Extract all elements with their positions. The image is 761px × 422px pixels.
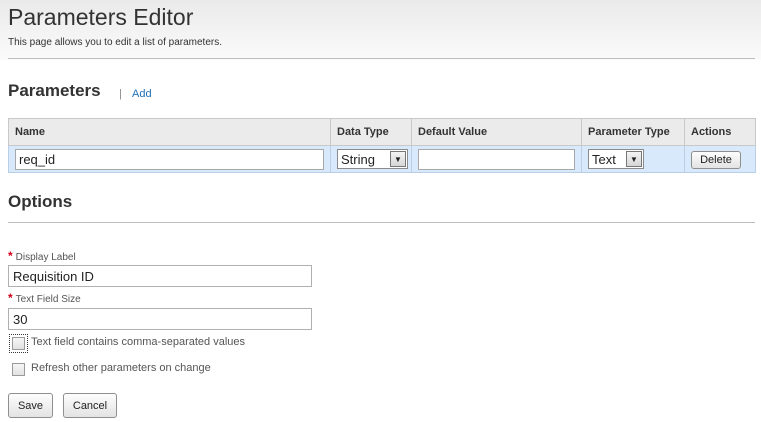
cell-name <box>8 145 331 173</box>
table-header-row: Name Data Type Default Value Parameter T… <box>8 118 756 146</box>
default-value-input[interactable] <box>418 148 575 170</box>
column-header-parameter-type: Parameter Type <box>581 118 685 146</box>
comma-separated-label: Text field contains comma-separated valu… <box>31 336 245 348</box>
cell-actions: Delete <box>684 145 756 173</box>
display-label-label: * Display Label <box>8 249 76 263</box>
column-header-default-value: Default Value <box>411 118 582 146</box>
refresh-parameters-checkbox[interactable] <box>12 363 25 376</box>
table-row[interactable]: String ▼ Text ▼ Delete <box>8 145 756 173</box>
header-divider <box>8 58 755 59</box>
parameters-table: Name Data Type Default Value Parameter T… <box>8 118 756 173</box>
cell-parameter-type: Text ▼ <box>581 145 685 173</box>
cell-data-type: String ▼ <box>330 145 412 173</box>
parameter-type-value: Text <box>592 151 616 167</box>
parameter-type-select[interactable]: Text ▼ <box>588 149 644 169</box>
column-header-name: Name <box>8 118 331 146</box>
required-marker: * <box>8 249 13 263</box>
required-marker: * <box>8 291 13 305</box>
page-title: Parameters Editor <box>8 4 194 30</box>
add-parameter-link[interactable]: Add <box>132 88 152 100</box>
data-type-value: String <box>341 151 375 167</box>
text-field-size-input[interactable] <box>8 308 312 330</box>
page-description: This page allows you to edit a list of p… <box>8 37 222 48</box>
text-field-size-label: * Text Field Size <box>8 291 81 305</box>
options-section-title: Options <box>8 192 73 211</box>
column-header-actions: Actions <box>684 118 756 146</box>
comma-separated-checkbox[interactable] <box>9 334 28 353</box>
page-header: Parameters Editor This page allows you t… <box>0 0 761 60</box>
parameter-name-input[interactable] <box>15 148 324 170</box>
delete-parameter-button[interactable]: Delete <box>691 150 741 169</box>
display-label-text: Display Label <box>15 252 76 263</box>
chevron-down-icon[interactable]: ▼ <box>626 151 642 167</box>
text-field-size-text: Text Field Size <box>15 294 81 305</box>
save-button[interactable]: Save <box>8 393 53 418</box>
refresh-parameters-label: Refresh other parameters on change <box>31 362 211 374</box>
chevron-down-icon[interactable]: ▼ <box>390 151 406 167</box>
cancel-button[interactable]: Cancel <box>63 393 117 418</box>
column-header-data-type: Data Type <box>330 118 412 146</box>
parameters-section-title: Parameters <box>8 81 101 100</box>
display-label-input[interactable] <box>8 265 312 287</box>
cell-default-value <box>411 145 582 173</box>
options-divider <box>8 222 755 223</box>
title-separator: | <box>119 88 122 100</box>
data-type-select[interactable]: String ▼ <box>337 149 408 169</box>
